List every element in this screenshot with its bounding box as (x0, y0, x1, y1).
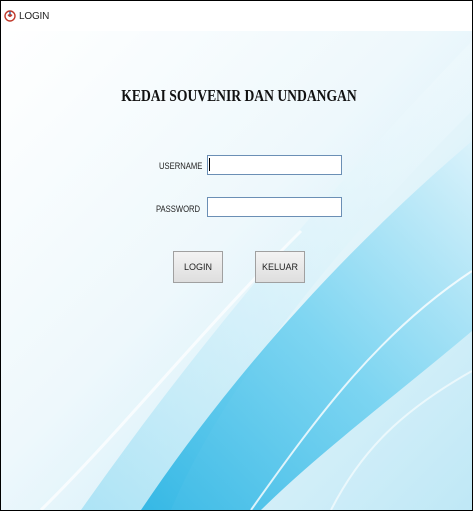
login-window: LOGIN KEDAI SOUVENIR DAN UNDANGAN USERNA… (0, 0, 473, 511)
login-button[interactable]: LOGIN (173, 251, 223, 283)
username-input[interactable] (207, 155, 342, 175)
password-label: PASSWORD (156, 204, 201, 214)
login-panel: KEDAI SOUVENIR DAN UNDANGAN USERNAME PAS… (1, 31, 472, 510)
java-coffee-icon (4, 10, 16, 22)
title-bar[interactable]: LOGIN (1, 1, 472, 31)
exit-button[interactable]: KELUAR (255, 251, 305, 283)
username-label: USERNAME (159, 161, 203, 171)
text-caret (209, 158, 210, 171)
password-input[interactable] (207, 197, 342, 217)
window-title: LOGIN (19, 11, 50, 22)
app-heading: KEDAI SOUVENIR DAN UNDANGAN (121, 86, 357, 105)
